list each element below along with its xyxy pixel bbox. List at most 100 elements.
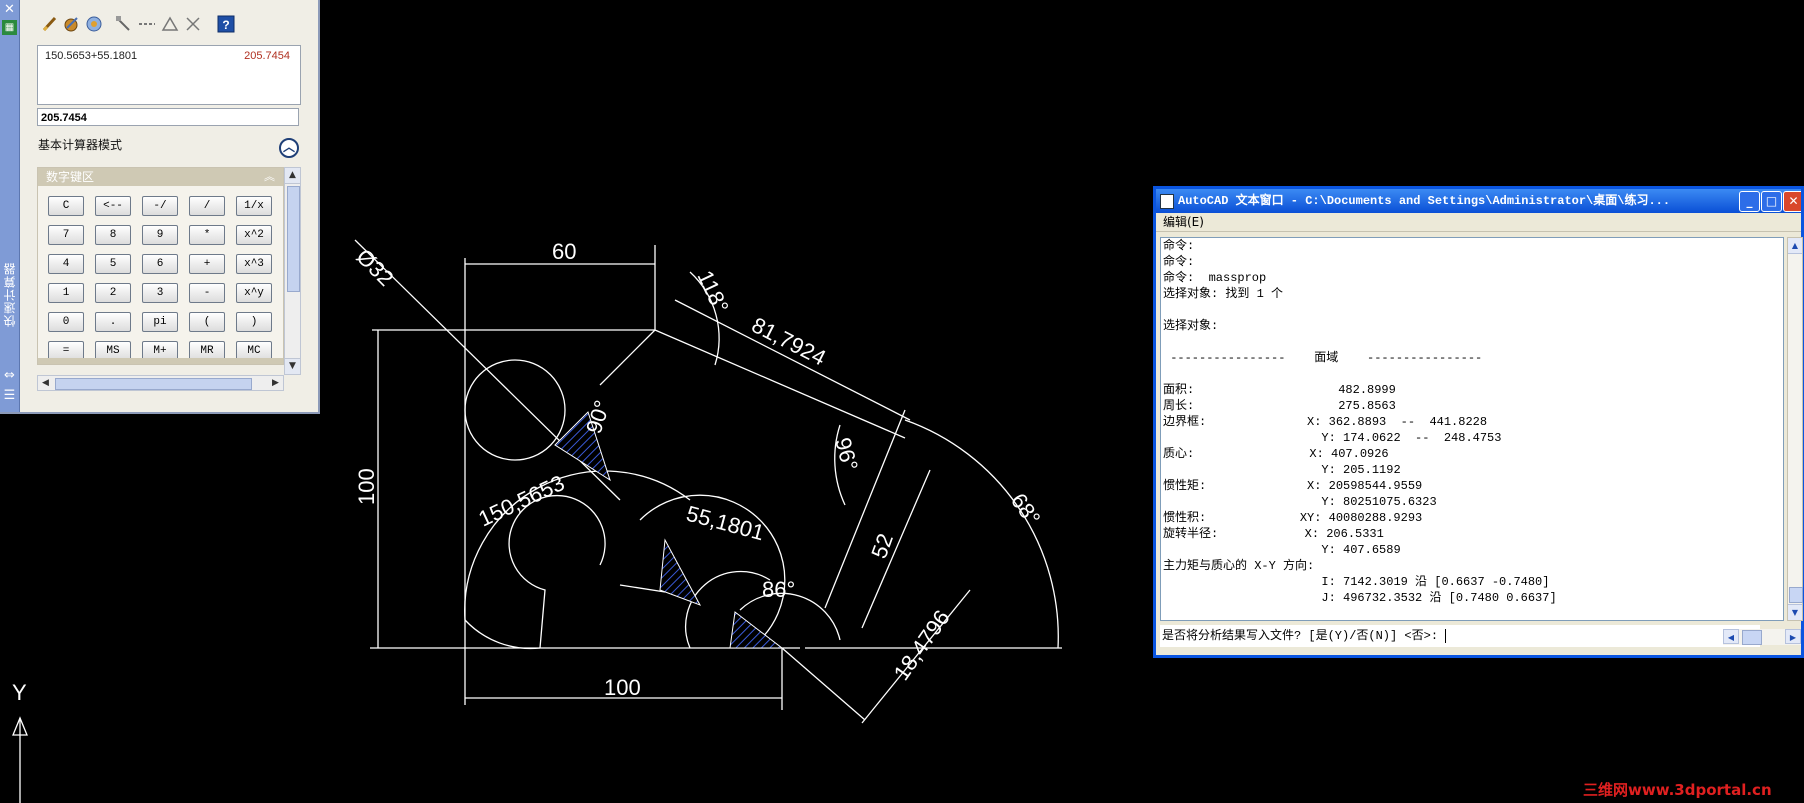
- history-line: I: 7142.3019 沿 [0.6637 -0.7480]: [1163, 575, 1550, 589]
- scroll-down-icon[interactable]: ▼: [1788, 604, 1802, 620]
- key-3[interactable]: 3: [142, 283, 178, 303]
- dim-diameter-label: Ø32: [351, 244, 398, 291]
- key-cube[interactable]: x^3: [236, 254, 272, 274]
- intersection-icon[interactable]: [160, 14, 180, 34]
- cross-icon[interactable]: [183, 14, 203, 34]
- command-history[interactable]: 命令: 命令: 命令: massprop 选择对象: 找到 1 个 选择对象: …: [1160, 237, 1784, 621]
- history-line: 惯性积: XY: 40080288.9293: [1163, 511, 1423, 525]
- dim-radius-mid-label: 55,1801: [684, 501, 767, 546]
- command-horizontal-scrollbar[interactable]: ◀ ▶: [1723, 629, 1801, 645]
- distance-icon[interactable]: [114, 14, 134, 34]
- key-clear[interactable]: C: [48, 196, 84, 216]
- key-8[interactable]: 8: [95, 225, 131, 245]
- key-open-paren[interactable]: (: [189, 312, 225, 332]
- inner-line: [599, 329, 656, 386]
- key-0[interactable]: 0: [48, 312, 84, 332]
- dim-52-label: 52: [866, 530, 898, 562]
- maximize-icon[interactable]: □: [1761, 191, 1782, 212]
- autocad-text-window[interactable]: AutoCAD 文本窗口 - C:\Documents and Settings…: [1153, 186, 1804, 658]
- history-line: [1161, 366, 1783, 382]
- scroll-left-icon[interactable]: ◀: [1723, 629, 1739, 644]
- key-power[interactable]: x^y: [236, 283, 272, 303]
- key-square[interactable]: x^2: [236, 225, 272, 245]
- chevron-up-icon[interactable]: ︿: [279, 138, 299, 158]
- key-grid: C <-- -/ / 1/x 7 8 9 * x^2 4 5 6 + x^3 1…: [48, 196, 278, 361]
- close-icon[interactable]: ✕: [2, 2, 17, 17]
- calculator-history[interactable]: 150.5653+55.1801 205.7454: [37, 45, 301, 105]
- keypad-vertical-scrollbar[interactable]: ▲ ▼: [284, 167, 301, 375]
- next-section-header[interactable]: [38, 358, 283, 364]
- help-icon[interactable]: ?: [216, 14, 236, 34]
- large-arc: [464, 470, 691, 621]
- key-multiply[interactable]: *: [189, 225, 225, 245]
- key-1[interactable]: 1: [48, 283, 84, 303]
- palette-title-strip[interactable]: ✕ ▦ 快速计算器 ⇔ ☰: [0, 0, 20, 412]
- scroll-up-icon[interactable]: ▲: [285, 168, 300, 184]
- clear-history-icon[interactable]: [61, 14, 81, 34]
- inner-arc: [508, 494, 606, 649]
- window-title: AutoCAD 文本窗口 - C:\Documents and Settings…: [1178, 194, 1671, 208]
- keypad-horizontal-scrollbar[interactable]: ◀ ▶: [37, 375, 284, 391]
- svg-text:?: ?: [222, 18, 229, 32]
- history-result: 205.7454: [244, 50, 290, 62]
- watermark: 三维网www.3dportal.cn: [1583, 781, 1772, 799]
- history-vertical-scrollbar[interactable]: ▲ ▼: [1787, 237, 1803, 621]
- key-reciprocal[interactable]: 1/x: [236, 196, 272, 216]
- history-line: ---------------- 面域 ----------------: [1163, 351, 1483, 365]
- large-arc-bottom: [464, 619, 541, 650]
- history-line: 周长: 275.8563: [1163, 399, 1396, 413]
- history-line: 选择对象: 找到 1 个: [1163, 287, 1284, 301]
- key-decimal[interactable]: .: [95, 312, 131, 332]
- key-sqrt[interactable]: -/: [142, 196, 178, 216]
- number-pad-header[interactable]: 数字键区 ︽: [38, 168, 283, 186]
- key-9[interactable]: 9: [142, 225, 178, 245]
- scroll-thumb[interactable]: [287, 186, 300, 292]
- palette-title: 快速计算器: [3, 262, 17, 327]
- scroll-up-icon[interactable]: ▲: [1788, 238, 1802, 254]
- clear-icon[interactable]: [40, 14, 60, 34]
- dim-18-extension: [781, 647, 866, 721]
- history-line: 旋转半径: X: 206.5331: [1163, 527, 1384, 541]
- key-6[interactable]: 6: [142, 254, 178, 274]
- key-pi[interactable]: pi: [142, 312, 178, 332]
- ucs-y-label: Y: [12, 680, 27, 705]
- key-4[interactable]: 4: [48, 254, 84, 274]
- key-backspace[interactable]: <--: [95, 196, 131, 216]
- key-minus[interactable]: -: [189, 283, 225, 303]
- history-expression: 150.5653+55.1801: [45, 50, 138, 62]
- key-plus[interactable]: +: [189, 254, 225, 274]
- key-7[interactable]: 7: [48, 225, 84, 245]
- key-divide[interactable]: /: [189, 196, 225, 216]
- menu-bar: 编辑(E): [1156, 213, 1801, 232]
- hscroll-thumb[interactable]: [55, 378, 252, 390]
- scroll-right-icon[interactable]: ▶: [1785, 629, 1801, 644]
- menu-edit[interactable]: 编辑(E): [1163, 215, 1204, 229]
- palette-settings-icon[interactable]: ⇔: [2, 368, 17, 383]
- window-titlebar[interactable]: AutoCAD 文本窗口 - C:\Documents and Settings…: [1156, 189, 1801, 213]
- scroll-down-icon[interactable]: ▼: [285, 358, 300, 374]
- history-line: 命令: massprop: [1163, 271, 1267, 285]
- scroll-left-icon[interactable]: ◀: [38, 376, 53, 390]
- command-line[interactable]: 是否将分析结果写入文件? [是(Y)/否(N)] <否>:: [1160, 625, 1760, 647]
- key-close-paren[interactable]: ): [236, 312, 272, 332]
- history-line: 惯性矩: X: 20598544.9559: [1163, 479, 1423, 493]
- close-window-icon[interactable]: ✕: [1783, 191, 1801, 212]
- calculator-input[interactable]: 205.7454: [37, 108, 299, 126]
- key-5[interactable]: 5: [95, 254, 131, 274]
- mode-label: 基本计算器模式: [38, 138, 123, 152]
- history-line: 命令:: [1163, 255, 1195, 269]
- key-2[interactable]: 2: [95, 283, 131, 303]
- history-line: Y: 80251075.6323: [1163, 495, 1437, 509]
- angle-icon[interactable]: [137, 14, 157, 34]
- collapse-icon[interactable]: ︽: [264, 168, 275, 186]
- scroll-right-icon[interactable]: ▶: [268, 376, 283, 390]
- palette-properties-icon[interactable]: ☰: [2, 388, 17, 403]
- history-line: 质心: X: 407.0926: [1163, 447, 1389, 461]
- get-coordinates-icon[interactable]: [84, 14, 104, 34]
- dim-angle-86-label: 86°: [762, 577, 795, 602]
- quick-calculator-palette[interactable]: ✕ ▦ 快速计算器 ⇔ ☰ ? 150.5653+55.1801 205.745…: [0, 0, 320, 414]
- hscroll-thumb[interactable]: [1742, 630, 1762, 645]
- calculator-icon: ▦: [2, 20, 17, 35]
- minimize-icon[interactable]: _: [1739, 191, 1760, 212]
- scroll-thumb[interactable]: [1789, 587, 1803, 603]
